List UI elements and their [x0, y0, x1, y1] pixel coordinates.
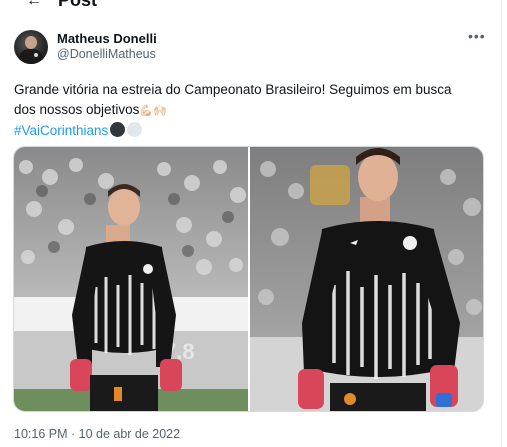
avatar[interactable]: [14, 30, 48, 64]
tweet-emojis: 💪🏻🙌🏻: [139, 105, 167, 117]
goalkeeper-photo-right-image: [250, 147, 483, 411]
black-circle-icon: [110, 122, 126, 137]
author-name[interactable]: Matheus Donelli: [57, 31, 157, 46]
avatar-shirt: [19, 49, 43, 64]
author-handle[interactable]: @DonelliMatheus: [57, 47, 156, 61]
more-horizontal-icon[interactable]: •••: [468, 28, 486, 44]
top-bar: ← Post: [0, 0, 507, 10]
media-grid: 7.8: [13, 146, 484, 412]
avatar-head: [25, 36, 37, 49]
avatar-crest: [34, 53, 38, 57]
white-circle-icon: [127, 122, 143, 137]
goalkeeper-photo-right[interactable]: [250, 147, 483, 411]
tweet-text: Grande vitória na estreia do Campeonato …: [14, 80, 494, 141]
post-timestamp[interactable]: 10:16 PM · 10 de abr de 2022: [14, 427, 180, 441]
tweet-line-1: Grande vitória na estreia do Campeonato …: [14, 82, 452, 97]
goalkeeper-photo-left[interactable]: 7.8: [14, 147, 248, 411]
hashtag-link[interactable]: #VaiCorinthians: [14, 123, 108, 138]
tweet-line-2-text: dos nossos objetivos: [14, 102, 140, 117]
goalkeeper-photo-left-image: 7.8: [14, 147, 248, 411]
back-arrow-icon[interactable]: ←: [26, 0, 42, 10]
column-divider: [501, 0, 502, 447]
page-title: Post: [58, 0, 98, 10]
tweet-line-2: dos nossos objetivos💪🏻🙌🏻: [14, 100, 494, 121]
tweet-line-3: #VaiCorinthians: [14, 121, 494, 141]
